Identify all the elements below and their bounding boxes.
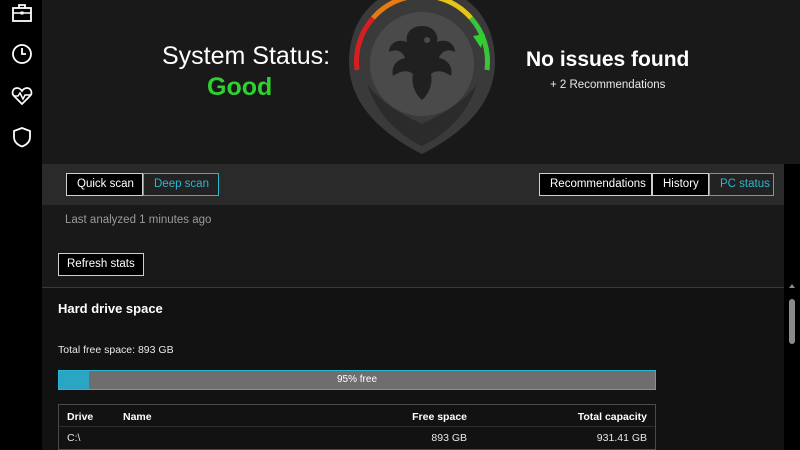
- status-header: System Status: Good No issues found + 2 …: [42, 0, 800, 164]
- col-free-space: Free space: [412, 411, 467, 423]
- phoenix-gauge-logo: [349, 0, 495, 154]
- deep-scan-button[interactable]: Deep scan: [143, 173, 219, 196]
- heartbeat-icon[interactable]: [11, 85, 33, 107]
- tab-recommendations[interactable]: Recommendations: [539, 173, 652, 196]
- quick-scan-button[interactable]: Quick scan: [66, 173, 143, 196]
- issues-title: No issues found: [526, 48, 690, 71]
- pc-status-content: Last analyzed 1 minutes ago Refresh stat…: [42, 205, 784, 450]
- scrollbar[interactable]: [784, 164, 800, 450]
- shield-icon[interactable]: [11, 126, 33, 148]
- clock-icon[interactable]: [11, 43, 33, 65]
- hard-drive-panel: Hard drive space Total free space: 893 G…: [42, 288, 784, 450]
- cell-drive: C:\: [67, 432, 81, 444]
- cell-total-capacity: 931.41 GB: [596, 432, 647, 444]
- scroll-up-arrow-icon[interactable]: [789, 284, 795, 288]
- sidebar: [0, 0, 42, 450]
- total-free-space: Total free space: 893 GB: [58, 344, 174, 356]
- status-label: System Status:: [162, 42, 331, 70]
- refresh-stats-button[interactable]: Refresh stats: [58, 253, 144, 276]
- col-name: Name: [123, 411, 152, 423]
- recommendations-count: + 2 Recommendations: [550, 79, 666, 91]
- scan-toolbar: Quick scan Deep scan Recommendations His…: [42, 164, 784, 205]
- drive-table: Drive Name Free space Total capacity C:\…: [58, 404, 656, 450]
- cell-free-space: 893 GB: [431, 432, 467, 444]
- col-drive: Drive: [67, 411, 94, 423]
- scroll-thumb[interactable]: [789, 299, 795, 344]
- col-total-capacity: Total capacity: [577, 411, 647, 423]
- last-analyzed-text: Last analyzed 1 minutes ago: [65, 214, 212, 226]
- free-space-bar: 95% free: [58, 370, 656, 390]
- tab-pc-status[interactable]: PC status: [709, 173, 774, 196]
- status-value: Good: [207, 73, 273, 101]
- briefcase-icon[interactable]: [11, 2, 33, 24]
- tab-history[interactable]: History: [652, 173, 709, 196]
- free-space-label: 95% free: [336, 374, 378, 385]
- row-separator: [59, 426, 655, 427]
- section-title: Hard drive space: [58, 301, 163, 316]
